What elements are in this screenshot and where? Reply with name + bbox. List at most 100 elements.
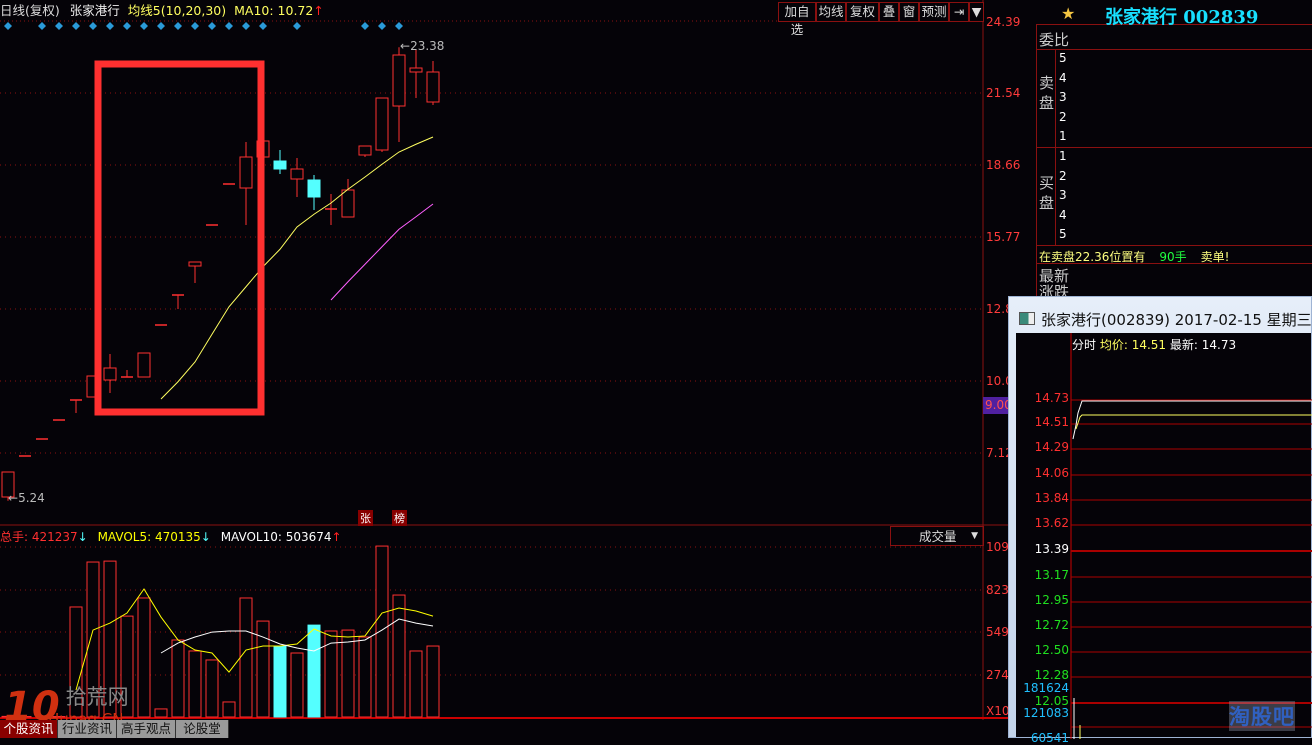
arrow-down-icon: ↓	[201, 530, 211, 544]
ma20-line	[331, 204, 433, 300]
volume-bar	[240, 598, 252, 717]
volume-bar	[376, 546, 388, 717]
indicator-select[interactable]: 成交量▼	[890, 526, 984, 546]
chevron-down-icon: ▼	[971, 527, 978, 546]
event-marker-icon[interactable]	[208, 22, 216, 30]
candlestick	[240, 142, 252, 225]
candle-body	[427, 72, 439, 102]
intraday-price-label: 14.51	[1035, 415, 1069, 429]
event-marker-icon[interactable]	[140, 22, 148, 30]
candlestick	[291, 158, 303, 197]
intraday-popup-window[interactable]: 张家港行(002839) 2017-02-15 星期三 分时 均价: 14.51…	[1008, 296, 1312, 738]
volume-bar	[325, 631, 337, 717]
event-marker-icon[interactable]	[225, 22, 233, 30]
event-marker-icon[interactable]	[89, 22, 97, 30]
sell-level: 2	[1059, 110, 1067, 124]
volume-bar	[393, 595, 405, 717]
volume-bar	[155, 709, 167, 717]
candlestick	[172, 295, 184, 309]
candle-body	[138, 353, 150, 377]
event-marker-icon[interactable]	[395, 22, 403, 30]
volume-axis-label: 823	[986, 583, 1009, 597]
order-message-text: 在卖盘22.36位置有	[1039, 250, 1145, 264]
window-button[interactable]: 窗	[899, 2, 919, 22]
candle-body	[189, 262, 201, 266]
volume-bar	[138, 598, 150, 717]
volume-bar	[223, 702, 235, 717]
tab-1[interactable]: 行业资讯	[58, 720, 117, 738]
low-annotation: ←5.24	[8, 491, 45, 505]
candlestick	[325, 194, 337, 225]
event-marker-icon[interactable]	[293, 22, 301, 30]
event-marker-icon[interactable]	[174, 22, 182, 30]
tab-0[interactable]: 个股资讯	[0, 720, 58, 738]
sell-level: 3	[1059, 90, 1067, 104]
candlestick	[427, 61, 439, 105]
intraday-price-label: 12.72	[1035, 618, 1069, 632]
candlestick	[104, 354, 116, 393]
intraday-price-label: 13.39	[1035, 542, 1069, 556]
candle-body	[410, 68, 422, 72]
candlestick	[393, 47, 405, 142]
add-watchlist-button[interactable]: 加自选	[778, 2, 816, 22]
candle-body	[104, 368, 116, 380]
candlestick	[359, 146, 371, 157]
intraday-price-label: 12.28	[1035, 668, 1069, 682]
event-marker-icon[interactable]	[4, 22, 12, 30]
price-axis-label: 15.77	[986, 230, 1020, 244]
high-value: 23.38	[410, 39, 444, 53]
volume-bar	[172, 640, 184, 717]
candle-body	[376, 98, 388, 150]
event-marker-icon[interactable]	[361, 22, 369, 30]
intraday-price-label: 14.73	[1035, 391, 1069, 405]
intraday-price-label: 13.84	[1035, 491, 1069, 505]
forecast-button[interactable]: 预测	[919, 2, 949, 22]
candle-body	[291, 169, 303, 179]
event-marker-icon[interactable]	[55, 22, 63, 30]
buy-level: 4	[1059, 208, 1067, 222]
intraday-price-label: 14.06	[1035, 466, 1069, 480]
highlight-box	[98, 64, 261, 412]
volume-bar	[359, 637, 371, 717]
volume-axis-label: 549	[986, 625, 1009, 639]
volume-bar	[189, 651, 201, 717]
tab-2[interactable]: 高手观点	[117, 720, 176, 738]
candle-body	[393, 55, 405, 106]
order-message-suffix: 卖单!	[1201, 250, 1230, 264]
sell-label: 卖盘	[1039, 73, 1055, 113]
volume-header: 总手: 421237↓ MAVOL5: 470135↓ MAVOL10: 503…	[0, 528, 342, 545]
quote-panel: ★ 张家港行 002839 委比 卖盘 54321 买盘 12345 在卖盘22…	[1036, 24, 1312, 296]
event-marker-icon[interactable]	[242, 22, 250, 30]
event-marker-icon[interactable]	[106, 22, 114, 30]
taoguba-watermark: 淘股吧	[1229, 701, 1295, 731]
dropdown-icon[interactable]: ▼	[969, 2, 984, 22]
event-marker-icon[interactable]	[378, 22, 386, 30]
volume-axis-label: 109	[986, 540, 1009, 554]
adjust-button[interactable]: 复权	[846, 2, 879, 22]
intraday-chart: 分时 均价: 14.51 最新: 14.73 14.7314.5114.2914…	[1016, 333, 1311, 737]
ma-button[interactable]: 均线	[816, 2, 846, 22]
event-marker-icon[interactable]	[191, 22, 199, 30]
buy-level: 5	[1059, 227, 1067, 241]
tab-3[interactable]: 论股堂	[176, 720, 229, 738]
expand-icon[interactable]: ⇥	[949, 2, 969, 22]
volume-axis-label: X10	[986, 704, 1010, 718]
buy-level: 3	[1059, 188, 1067, 202]
tag-zhang[interactable]: 张	[358, 510, 373, 526]
intraday-volume-label: 181624	[1023, 681, 1069, 695]
high-annotation: ←23.38	[400, 39, 444, 53]
quote-title: 张家港行 002839	[1105, 3, 1258, 29]
favorite-star-icon[interactable]: ★	[1061, 4, 1075, 23]
volume-bar	[342, 630, 354, 717]
event-marker-icon[interactable]	[72, 22, 80, 30]
event-marker-icon[interactable]	[123, 22, 131, 30]
mavol5-value: MAVOL5: 470135	[98, 530, 201, 544]
event-marker-icon[interactable]	[157, 22, 165, 30]
candlestick	[410, 50, 422, 98]
candlestick	[189, 262, 201, 283]
overlay-button[interactable]: 叠	[879, 2, 899, 22]
intraday-volume-label: 60541	[1031, 731, 1069, 745]
tag-bang[interactable]: 榜	[392, 510, 407, 526]
event-marker-icon[interactable]	[259, 22, 267, 30]
event-marker-icon[interactable]	[38, 22, 46, 30]
